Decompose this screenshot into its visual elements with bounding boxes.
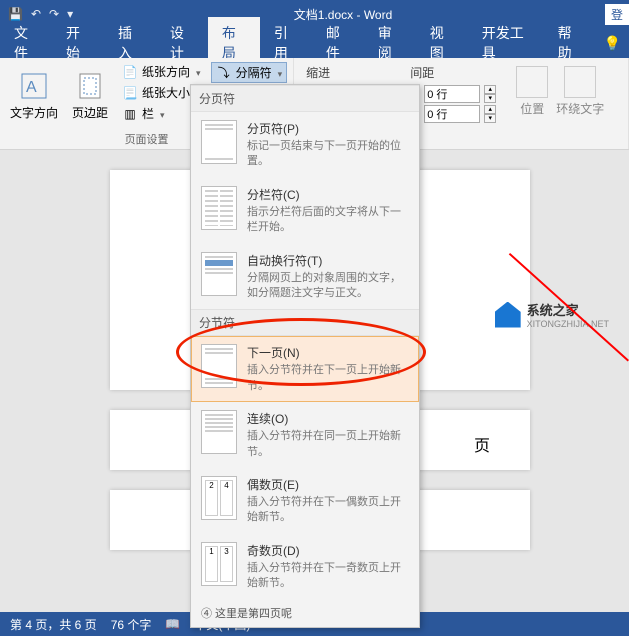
- menu-item-continuous[interactable]: 连续(O)插入分节符并在同一页上开始新节。: [191, 402, 419, 468]
- text-direction-button[interactable]: A 文字方向: [6, 62, 62, 129]
- breaks-dropdown: 分页符 分页符(P)标记一页结束与下一页开始的位置。 分栏符(C)指示分栏符后面…: [190, 84, 420, 628]
- orientation-icon: 📄: [122, 64, 138, 80]
- spacing-before-input[interactable]: [424, 85, 480, 103]
- quick-access-toolbar: 💾 ↶ ↷ ▾: [0, 7, 81, 21]
- watermark: 系统之家 XITONGZHIJIA.NET: [495, 300, 609, 329]
- breaks-button[interactable]: ⤵ 分隔符: [211, 62, 288, 83]
- svg-text:A: A: [26, 79, 37, 96]
- even-page-icon: 24: [201, 476, 237, 520]
- margins-label: 页边距: [72, 104, 108, 121]
- watermark-icon: [495, 302, 521, 328]
- column-break-icon: [201, 186, 237, 230]
- redo-icon[interactable]: ↷: [49, 7, 59, 21]
- position-icon: [516, 66, 548, 98]
- menu-item-even-page[interactable]: 24 偶数页(E)插入分节符并在下一偶数页上开始新节。: [191, 468, 419, 534]
- login-button[interactable]: 登: [605, 4, 629, 25]
- page-text: 页: [474, 432, 490, 456]
- spacing-after-input[interactable]: [424, 105, 480, 123]
- wrap-text-button[interactable]: 环绕文字: [556, 66, 604, 143]
- page-break-icon: [201, 120, 237, 164]
- menu-item-next-page[interactable]: 下一页(N)插入分节符并在下一页上开始新节。: [191, 336, 419, 402]
- next-page-icon: [201, 344, 237, 388]
- tell-me-icon[interactable]: 💡: [604, 35, 621, 52]
- indent-title: 缩进: [306, 64, 392, 81]
- status-word-count[interactable]: 76 个字: [111, 616, 152, 633]
- text-direction-label: 文字方向: [10, 104, 58, 121]
- menu-item-column-break[interactable]: 分栏符(C)指示分栏符后面的文字将从下一栏开始。: [191, 178, 419, 244]
- menu-item-odd-page[interactable]: 13 奇数页(D)插入分节符并在下一奇数页上开始新节。: [191, 534, 419, 600]
- text-wrap-icon: [201, 252, 237, 296]
- section-header-page-breaks: 分页符: [191, 85, 419, 112]
- dropdown-footer-note: ④ 这里是第四页呢: [191, 599, 419, 627]
- status-page-info[interactable]: 第 4 页，共 6 页: [10, 616, 97, 633]
- spacing-title: 间距: [410, 64, 496, 81]
- qat-more-icon[interactable]: ▾: [67, 7, 73, 21]
- breaks-icon: ⤵: [216, 65, 232, 81]
- continuous-icon: [201, 410, 237, 454]
- size-icon: 📃: [122, 85, 138, 101]
- watermark-sub: XITONGZHIJIA.NET: [527, 319, 609, 329]
- spellcheck-icon[interactable]: 📖: [165, 617, 180, 631]
- ribbon-tabs: 文件 开始 插入 设计 布局 引用 邮件 审阅 视图 开发工具 帮助 💡: [0, 28, 629, 58]
- menu-item-page-break[interactable]: 分页符(P)标记一页结束与下一页开始的位置。: [191, 112, 419, 178]
- odd-page-icon: 13: [201, 542, 237, 586]
- margins-button[interactable]: 页边距: [68, 62, 112, 129]
- undo-icon[interactable]: ↶: [31, 7, 41, 21]
- section-header-section-breaks: 分节符: [191, 309, 419, 336]
- wrap-icon: [564, 66, 596, 98]
- menu-item-text-wrapping[interactable]: 自动换行符(T)分隔网页上的对象周围的文字，如分隔题注文字与正文。: [191, 244, 419, 310]
- position-button[interactable]: 位置: [516, 66, 548, 143]
- save-icon[interactable]: 💾: [8, 7, 23, 21]
- orientation-button[interactable]: 📄 纸张方向: [118, 62, 205, 81]
- columns-icon: ▥: [122, 106, 138, 122]
